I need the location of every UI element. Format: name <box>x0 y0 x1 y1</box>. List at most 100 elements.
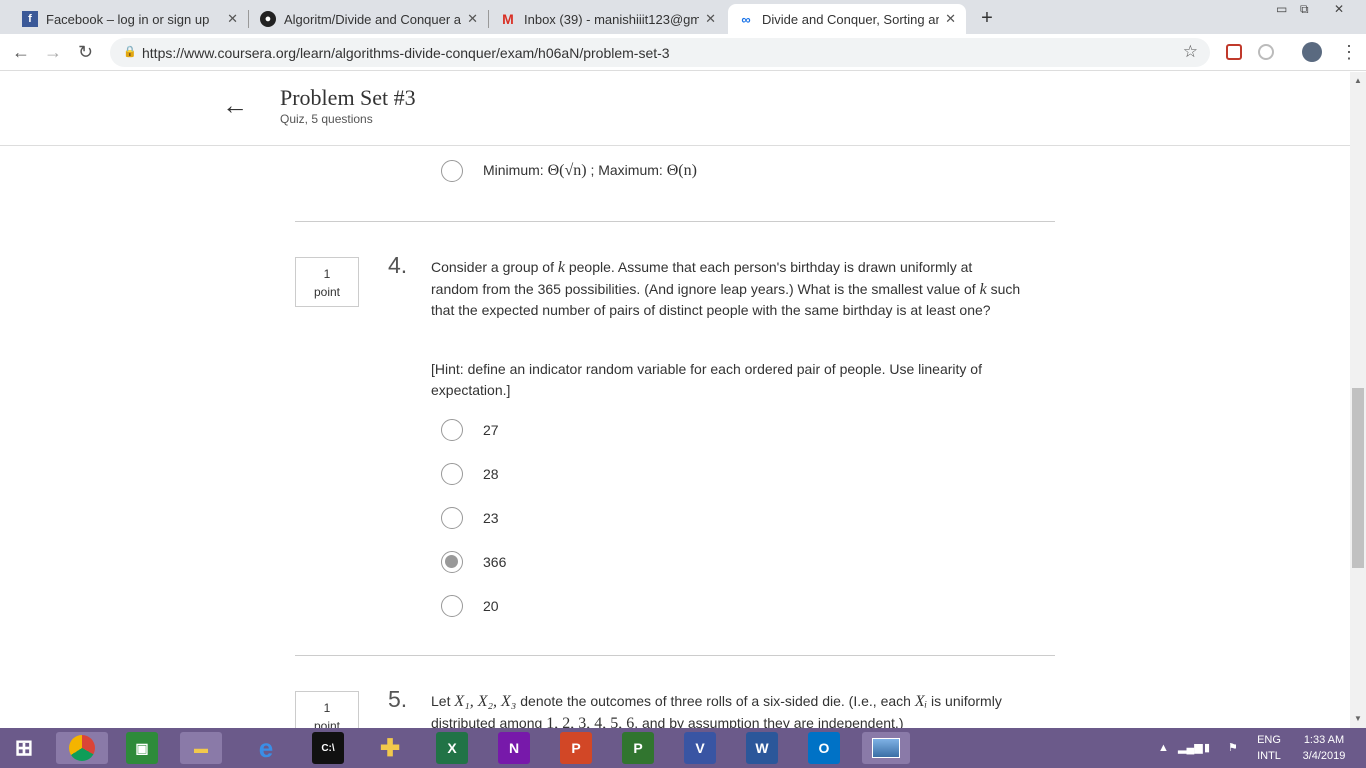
close-tab-icon[interactable]: ✕ <box>705 11 716 27</box>
excel-icon[interactable]: X <box>436 732 468 764</box>
question-text: Consider a group of k people. Assume tha… <box>431 257 1021 321</box>
scroll-up-icon[interactable]: ▲ <box>1354 76 1362 85</box>
max-label: Maximum: <box>598 162 667 178</box>
option-label: 27 <box>483 422 499 438</box>
question-text-part: Consider a group of <box>431 259 558 275</box>
divider <box>295 655 1055 656</box>
cmd-icon[interactable]: C:\ <box>312 732 344 764</box>
close-tab-icon[interactable]: ✕ <box>467 11 478 27</box>
gmail-icon: M <box>502 11 514 27</box>
facebook-icon: f <box>22 11 38 27</box>
close-tab-icon[interactable]: ✕ <box>227 11 238 27</box>
tab-separator <box>488 10 489 28</box>
photo-thumbnail <box>872 738 900 758</box>
chrome-icon <box>69 735 95 761</box>
clock-time: 1:33 AM <box>1303 734 1345 746</box>
language-code: ENG <box>1257 734 1281 746</box>
question-number: 4. <box>388 252 408 278</box>
points-label: point <box>313 285 341 299</box>
photos-icon[interactable] <box>862 732 910 764</box>
math-k: k <box>557 259 565 276</box>
tab-title: Algoritm/Divide and Conquer at <box>284 11 462 27</box>
scrollbar-thumb[interactable] <box>1352 388 1364 568</box>
lock-icon: 🔒 <box>123 46 137 58</box>
word-icon[interactable]: W <box>746 732 778 764</box>
min-label: Minimum: <box>483 162 548 178</box>
scroll-down-icon[interactable]: ▼ <box>1354 714 1362 723</box>
option-radio-20[interactable] <box>441 595 463 617</box>
tray-expand-icon[interactable]: ▲ <box>1158 740 1169 756</box>
new-tab-button[interactable]: + <box>976 7 998 29</box>
page-subtitle: Quiz, 5 questions <box>280 112 373 126</box>
bookmark-star-icon[interactable]: ☆ <box>1183 42 1198 62</box>
visio-icon[interactable]: V <box>684 732 716 764</box>
max-value: Θ(n) <box>666 162 697 179</box>
option-label: 20 <box>483 598 499 614</box>
coursera-icon: ∞ <box>741 11 751 27</box>
windows-start-icon[interactable]: ⊞ <box>8 732 40 764</box>
powerpoint-icon[interactable]: P <box>560 732 592 764</box>
reload-icon[interactable]: ↻ <box>78 42 93 63</box>
page-scrollbar[interactable]: ▲ ▼ <box>1350 72 1366 728</box>
onenote-icon[interactable]: N <box>498 732 530 764</box>
points-value: 1 <box>323 267 331 281</box>
question-text-part: Let <box>431 693 455 709</box>
file-explorer-icon[interactable]: ▬ <box>180 732 222 764</box>
divider <box>295 221 1055 222</box>
option-radio-366[interactable] <box>441 551 463 573</box>
question-hint: [Hint: define an indicator random variab… <box>431 361 982 398</box>
math-values: 1, 2, 3, 4, 5, 6 <box>546 714 635 729</box>
minimize-icon[interactable]: ▭ <box>1276 2 1287 16</box>
project-icon[interactable]: P <box>622 732 654 764</box>
tab-gmail[interactable]: M Inbox (39) - manishiiit123@gmai ✕ <box>490 4 726 34</box>
internet-explorer-icon[interactable]: e <box>250 732 282 764</box>
points-value: 1 <box>323 701 331 715</box>
points-label: point <box>313 719 341 728</box>
close-tab-icon[interactable]: ✕ <box>945 11 956 27</box>
close-window-icon[interactable]: ✕ <box>1334 2 1344 16</box>
tab-github[interactable]: ● Algoritm/Divide and Conquer at ✕ <box>250 4 488 34</box>
option-label: 366 <box>483 554 507 570</box>
extension-icon[interactable] <box>1258 44 1274 60</box>
points-box: 1 point <box>295 257 359 307</box>
math-k: k <box>979 280 987 298</box>
restore-icon[interactable]: ⧉ <box>1300 2 1309 17</box>
taskbar: ⊞ ▣ ▬ e C:\ ✚ X N P P V W O ▲ ▂▄▆ ▮ ⚑ EN… <box>0 728 1366 768</box>
option-label: Minimum: Θ(√n) ; Maximum: Θ(n) <box>483 162 697 180</box>
option-radio-27[interactable] <box>441 419 463 441</box>
avatar[interactable] <box>1302 42 1322 62</box>
quiz-header: ← Problem Set #3 Quiz, 5 questions <box>0 72 1350 146</box>
app-plus-icon[interactable]: ✚ <box>374 732 406 764</box>
back-arrow-icon[interactable]: ← <box>222 90 248 121</box>
back-arrow-icon[interactable]: ← <box>12 42 30 63</box>
option-radio-23[interactable] <box>441 507 463 529</box>
option-radio[interactable] <box>441 160 463 182</box>
keyboard-layout: INTL <box>1257 750 1281 762</box>
tab-separator <box>248 10 249 28</box>
tab-coursera[interactable]: ∞ Divide and Conquer, Sorting and ✕ <box>728 4 966 34</box>
address-bar[interactable]: 🔒 https://www.coursera.org/learn/algorit… <box>110 38 1210 67</box>
network-icon[interactable]: ▂▄▆ <box>1178 740 1203 756</box>
outlook-icon[interactable]: O <box>808 732 840 764</box>
points-box: 1 point <box>295 691 359 728</box>
tab-title: Divide and Conquer, Sorting and <box>762 11 940 27</box>
option-radio-28[interactable] <box>441 463 463 485</box>
tab-facebook[interactable]: f Facebook – log in or sign up ✕ <box>12 4 248 34</box>
min-value: Θ(√n) <box>547 162 587 179</box>
pocket-extension-icon[interactable] <box>1226 44 1242 60</box>
question-text: Let X₁, X₂, X₃ denote the outcomes of th… <box>431 691 1031 728</box>
chrome-taskbar-item[interactable] <box>56 732 108 764</box>
battery-icon[interactable]: ▮ <box>1204 740 1210 756</box>
question-text-part: , and by assumption they are independent… <box>634 714 904 729</box>
menu-kebab-icon[interactable]: ⋮ <box>1340 42 1358 63</box>
math-vars: X₁, X₂, X₃ <box>454 693 517 710</box>
flag-icon[interactable]: ⚑ <box>1228 740 1238 756</box>
clock[interactable]: 1:33 AM 3/4/2019 <box>1294 732 1354 764</box>
store-icon[interactable]: ▣ <box>126 732 158 764</box>
language-indicator[interactable]: ENG INTL <box>1252 732 1286 764</box>
url-text: https://www.coursera.org/learn/algorithm… <box>142 45 670 61</box>
tab-title: Facebook – log in or sign up <box>46 11 210 27</box>
forward-arrow-icon[interactable]: → <box>44 42 62 63</box>
math-xi: Xᵢ <box>914 693 928 710</box>
option-label: 23 <box>483 510 499 526</box>
